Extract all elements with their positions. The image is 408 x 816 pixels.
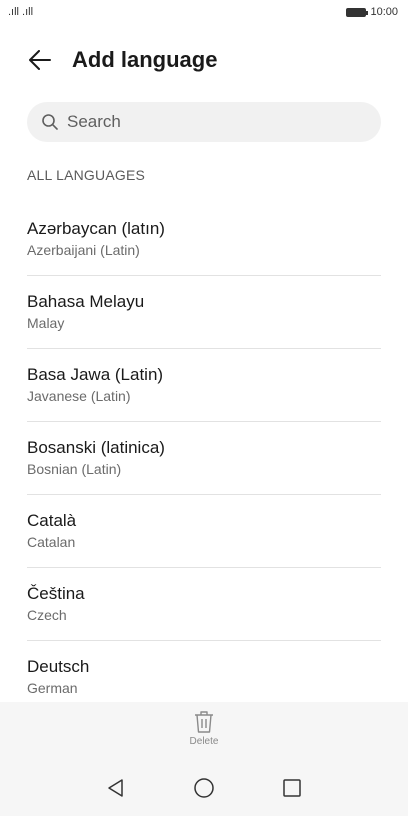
back-button[interactable] — [26, 46, 54, 74]
language-item-javanese[interactable]: Basa Jawa (Latin) Javanese (Latin) — [27, 349, 381, 422]
section-header: ALL LANGUAGES — [27, 167, 146, 183]
clock: 10:00 — [370, 6, 398, 18]
language-item-malay[interactable]: Bahasa Melayu Malay — [27, 276, 381, 349]
bottom-action-bar: Delete — [0, 702, 408, 760]
delete-button[interactable]: Delete — [189, 702, 219, 760]
language-subtitle: Malay — [27, 315, 65, 331]
arrow-left-icon — [29, 50, 51, 70]
language-subtitle: Azerbaijani (Latin) — [27, 242, 140, 258]
system-navigation-bar — [0, 760, 408, 816]
search-input[interactable] — [67, 112, 357, 132]
battery-icon — [346, 7, 369, 17]
nav-home-button[interactable] — [188, 772, 220, 804]
language-name: Deutsch — [27, 657, 90, 676]
language-list: Azərbaycan (latın) Azerbaijani (Latin) B… — [27, 203, 381, 714]
signal-indicators: .ıll .ıll — [8, 6, 33, 18]
language-subtitle: German — [27, 680, 78, 696]
signal-icon: .ıll .ıll — [8, 6, 34, 18]
trash-icon — [195, 711, 213, 733]
search-bar[interactable] — [27, 102, 381, 142]
delete-label: Delete — [189, 736, 219, 747]
page-title: Add language — [72, 47, 218, 72]
language-subtitle: Javanese (Latin) — [27, 388, 131, 404]
app-header: Add language — [0, 40, 408, 80]
language-item-catalan[interactable]: Català Catalan — [27, 495, 381, 568]
language-name: Basa Jawa (Latin) — [27, 365, 164, 384]
language-subtitle: Catalan — [27, 534, 76, 550]
triangle-back-icon — [108, 779, 123, 797]
language-name: Bahasa Melayu — [27, 292, 145, 311]
language-item-czech[interactable]: Čeština Czech — [27, 568, 381, 641]
nav-back-button[interactable] — [100, 772, 132, 804]
language-name: Bosanski (latinica) — [27, 438, 165, 457]
language-subtitle: Bosnian (Latin) — [27, 461, 122, 477]
language-name: Català — [27, 511, 77, 530]
circle-home-icon — [194, 778, 214, 798]
square-recents-icon — [283, 779, 301, 797]
nav-recents-button[interactable] — [276, 772, 308, 804]
search-icon — [42, 114, 58, 130]
language-item-bosnian[interactable]: Bosanski (latinica) Bosnian (Latin) — [27, 422, 381, 495]
status-right: 10:00 — [346, 6, 398, 18]
language-name: Azərbaycan (latın) — [27, 219, 165, 238]
language-name: Čeština — [27, 584, 85, 603]
status-bar: .ıll .ıll 10:00 — [0, 0, 408, 24]
language-subtitle: Czech — [27, 607, 67, 623]
language-item-azerbaijani[interactable]: Azərbaycan (latın) Azerbaijani (Latin) — [27, 203, 381, 276]
